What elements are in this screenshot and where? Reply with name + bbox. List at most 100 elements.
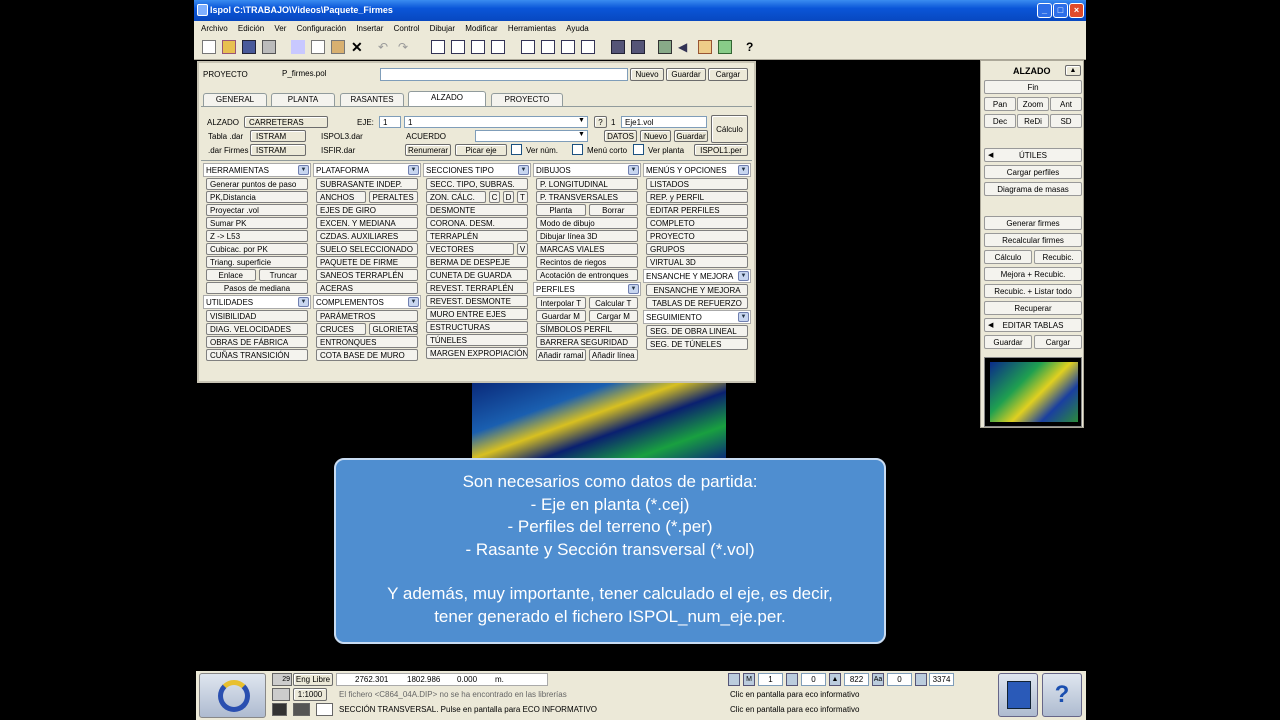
new-file-icon[interactable] [202,40,216,54]
tab-rasantes[interactable]: RASANTES [340,93,404,106]
ensanche-dropdown-icon[interactable]: ▼ [738,271,749,281]
redi-button[interactable]: ReDi [1017,114,1049,128]
save-disk-icon[interactable] [998,673,1038,717]
truncar-button[interactable]: Truncar [258,269,308,281]
close-icon[interactable]: × [1069,3,1084,18]
recalcular-firmes-button[interactable]: Recalcular firmes [984,233,1082,247]
utilidades-header[interactable]: UTILIDADES ▼ [203,295,311,309]
completo-button[interactable]: COMPLETO [646,217,748,229]
black-square-icon[interactable] [272,703,287,716]
chart-icon[interactable] [718,40,732,54]
minimap[interactable] [984,357,1082,427]
project-load-button[interactable]: Cargar [708,68,748,81]
zoom-all-icon[interactable] [451,40,465,54]
complementos-header[interactable]: COMPLEMENTOS ▼ [313,295,421,309]
peraltes-button[interactable]: PERALTES [368,191,418,203]
help-question-icon[interactable]: ? [1042,673,1082,717]
triang-superficie-button[interactable]: Triang. superficie [206,256,308,268]
corona-desm-button[interactable]: CORONA. DESM. [426,217,528,229]
zon-t-button[interactable]: T [517,191,528,203]
menu-ayuda[interactable]: Ayuda [566,24,589,33]
seguimiento-header[interactable]: SEGUIMIENTO ▼ [643,310,751,324]
help-button[interactable]: ? [594,116,607,128]
acotacion-entronques-button[interactable]: Acotación de entronques [536,269,638,281]
pencil-icon[interactable] [698,40,712,54]
editar-tablas-button[interactable]: ◀ EDITAR TABLAS [984,318,1082,332]
zon-c-button[interactable]: C [489,191,500,203]
perfiles-header[interactable]: PERFILES ▼ [533,282,641,296]
firmes-button[interactable]: ISTRAM [250,144,306,156]
menus-dropdown-icon[interactable]: ▼ [738,165,749,175]
simbolos-perfil-button[interactable]: SÍMBOLOS PERFIL [536,323,638,335]
open-folder-icon[interactable] [222,40,236,54]
layer-indicator[interactable]: 29 [272,673,292,686]
scale-button[interactable]: 1:1000 [293,688,327,701]
obras-fabrica-button[interactable]: OBRAS DE FÁBRICA [206,336,308,348]
dec-button[interactable]: Dec [984,114,1016,128]
suelo-seleccionado-button[interactable]: SUELO SELECCIONADO [316,243,418,255]
secciones-header[interactable]: SECCIONES TIPO ▼ [423,163,531,177]
white-square-icon[interactable] [316,703,333,716]
borrar-button[interactable]: Borrar [588,204,638,216]
delete-icon[interactable]: ✕ [351,40,365,54]
dibujos-header[interactable]: DIBUJOS ▼ [533,163,641,177]
m-icon[interactable]: M [743,673,755,686]
complementos-dropdown-icon[interactable]: ▼ [408,297,419,307]
subrasante-indep-button[interactable]: SUBRASANTE INDEP. [316,178,418,190]
ensanche-mejora-button[interactable]: ENSANCHE Y MEJORA [646,284,748,296]
saneos-terraplen-button[interactable]: SANEOS TERRAPLÉN [316,269,418,281]
z-l53-button[interactable]: Z -> L53 [206,230,308,242]
tablas-refuerzo-button[interactable]: TABLAS DE REFUERZO [646,297,748,309]
cruces-button[interactable]: CRUCES [316,323,366,335]
proyecto-button[interactable]: PROYECTO [646,230,748,242]
layers2-icon[interactable] [631,40,645,54]
ruler-icon[interactable] [272,688,290,701]
ver-num-checkbox[interactable] [511,144,522,155]
cubicac-pk-button[interactable]: Cubicac. por PK [206,243,308,255]
copy-icon[interactable] [311,40,325,54]
grupos-button[interactable]: GRUPOS [646,243,748,255]
triangle-icon[interactable]: ▲ [829,673,841,686]
seg-obra-lineal-button[interactable]: SEG. DE OBRA LINEAL [646,325,748,337]
right-guardar-button[interactable]: Guardar [984,335,1032,349]
pasos-mediana-button[interactable]: Pasos de mediana [206,282,308,294]
app-logo-icon[interactable] [199,673,266,718]
view-icon[interactable] [521,40,535,54]
entronques-button[interactable]: ENTRONQUES [316,336,418,348]
datos-button[interactable]: DATOS [604,130,637,142]
maximize-icon[interactable]: □ [1053,3,1068,18]
desmonte-button[interactable]: DESMONTE [426,204,528,216]
czdas-auxiliares-button[interactable]: CZDAS. AUXILIARES [316,230,418,242]
virtual-3d-button[interactable]: VIRTUAL 3D [646,256,748,268]
herramientas-dropdown-icon[interactable]: ▼ [298,165,309,175]
acuerdo-select[interactable] [475,130,588,142]
layers-icon[interactable] [611,40,625,54]
seguimiento-dropdown-icon[interactable]: ▼ [738,312,749,322]
ejes-giro-button[interactable]: EJES DE GIRO [316,204,418,216]
ant-button[interactable]: Ant [1050,97,1082,111]
calculo-button[interactable]: Cálculo [711,115,748,143]
nuevo-button[interactable]: Nuevo [640,130,671,142]
cut-icon[interactable] [291,40,305,54]
berma-despeje-button[interactable]: BERMA DE DESPEJE [426,256,528,268]
plataforma-header[interactable]: PLATAFORMA ▼ [313,163,421,177]
print-icon[interactable] [262,40,276,54]
aceras-button[interactable]: ACERAS [316,282,418,294]
help-icon[interactable]: ? [746,40,760,54]
eje-select[interactable]: 1 [404,116,588,128]
view3-icon[interactable] [561,40,575,54]
revest-desmonte-button[interactable]: REVEST. DESMONTE [426,295,528,307]
diagrama-masas-button[interactable]: Diagrama de masas [984,182,1082,196]
redo-icon[interactable]: ↷ [398,40,412,54]
collapse-up-icon[interactable]: ▲ [1065,65,1081,76]
menu-edicion[interactable]: Edición [238,24,264,33]
mode-button[interactable]: Eng Libre [293,673,333,686]
barrera-seguridad-button[interactable]: BARRERA SEGURIDAD [536,336,638,348]
margen-expropiacion-button[interactable]: MARGEN EXPROPIACIÓN [426,347,528,359]
sd-button[interactable]: SD [1050,114,1082,128]
menu-ver[interactable]: Ver [274,24,286,33]
tabla-button[interactable]: ISTRAM [250,130,306,142]
zoom-button[interactable]: Zoom [1017,97,1049,111]
ver-planta-checkbox[interactable] [633,144,644,155]
zoom-window-icon[interactable] [431,40,445,54]
